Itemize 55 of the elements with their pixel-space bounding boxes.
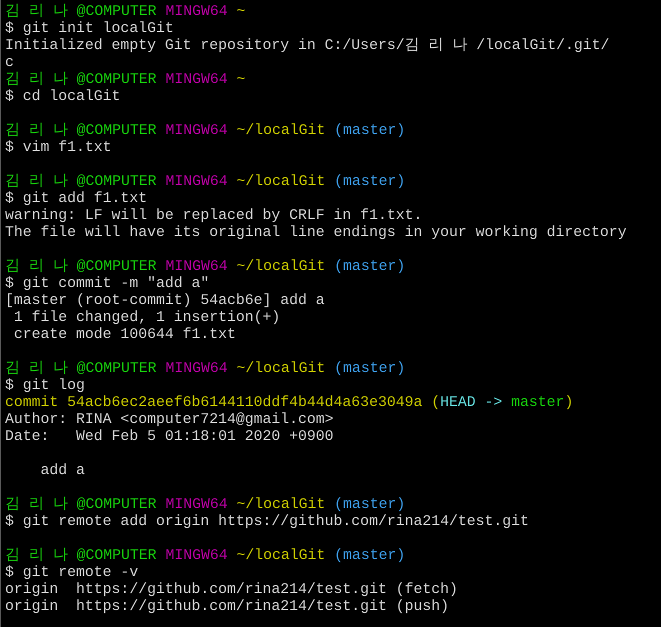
- prompt-user: 김 리 나 @COMPUTER: [5, 259, 157, 276]
- prompt-host: MINGW64: [164, 548, 228, 565]
- prompt-user: 김 리 나 @COMPUTER: [5, 497, 157, 514]
- output-text: [master (root-commit) 54acb6e] add a: [5, 293, 325, 310]
- prompt-user: 김 리 나 @COMPUTER: [5, 72, 157, 89]
- prompt-user: 김 리 나 @COMPUTER: [5, 361, 157, 378]
- prompt-host: MINGW64: [164, 497, 228, 514]
- output-text: Author: RINA <computer7214@gmail.com>: [5, 412, 334, 429]
- output-text: Date: Wed Feb 5 01:18:01 2020 +0900: [5, 429, 334, 446]
- prompt-path: ~/localGit: [235, 259, 326, 276]
- command-text: $ git log: [5, 378, 85, 395]
- prompt-path: ~/localGit: [235, 361, 326, 378]
- branch-ref: master: [510, 395, 564, 412]
- command-text: $ git init localGit: [5, 21, 174, 38]
- prompt-path: ~/localGit: [235, 123, 326, 140]
- prompt-path: ~/localGit: [235, 497, 326, 514]
- output-text: origin https://github.com/rina214/test.git (fetch): [5, 582, 458, 599]
- command-text: $ cd localGit: [5, 89, 120, 106]
- prompt-host: MINGW64: [164, 361, 228, 378]
- prompt-branch: (master): [333, 259, 406, 276]
- command-text: $ vim f1.txt: [5, 140, 112, 157]
- output-text: origin https://github.com/rina214/test.git (push): [5, 599, 449, 616]
- prompt-branch: (master): [333, 548, 406, 565]
- prompt-host: MINGW64: [164, 259, 228, 276]
- prompt-host: MINGW64: [164, 174, 228, 191]
- prompt-path: ~/localGit: [235, 548, 326, 565]
- command-text: $ git add f1.txt: [5, 191, 148, 208]
- prompt-branch: (master): [333, 123, 406, 140]
- output-text: add a: [40, 463, 85, 480]
- output-text: create mode 100644 f1.txt: [12, 327, 236, 344]
- prompt-branch: (master): [333, 361, 406, 378]
- output-text: c: [5, 55, 14, 72]
- prompt-user: 김 리 나 @COMPUTER: [5, 174, 157, 191]
- output-text: The file will have its original line endings in your working directory: [5, 225, 627, 242]
- head-ref: HEAD ->: [440, 395, 502, 412]
- output-text: 1 file changed, 1 insertion(+): [12, 310, 280, 327]
- prompt-branch: (master): [333, 497, 406, 514]
- prompt-branch: (master): [333, 174, 406, 191]
- commit-hash: commit 54acb6ec2aeef6b6144110ddf4b44d4a63e3049a: [5, 395, 422, 412]
- command-text: $ git remote -v: [5, 565, 138, 582]
- prompt-host: MINGW64: [164, 4, 228, 21]
- commit-hash: (: [430, 395, 440, 412]
- prompt-path: ~: [235, 4, 246, 21]
- output-text: Initialized empty Git repository in C:/Users/김 리 나 /localGit/.git/: [5, 38, 610, 55]
- output-text: warning: LF will be replaced by CRLF in f1.txt.: [5, 208, 422, 225]
- command-text: $ git remote add origin https://github.com/rina214/test.git: [5, 514, 529, 531]
- prompt-path: ~: [235, 72, 246, 89]
- command-text: $ git commit -m "add a": [5, 276, 210, 293]
- prompt-path: ~/localGit: [235, 174, 326, 191]
- prompt-user: 김 리 나 @COMPUTER: [5, 123, 157, 140]
- prompt-host: MINGW64: [164, 72, 228, 89]
- prompt-user: 김 리 나 @COMPUTER: [5, 548, 157, 565]
- commit-hash: ): [564, 395, 574, 412]
- prompt-host: MINGW64: [164, 123, 228, 140]
- prompt-user: 김 리 나 @COMPUTER: [5, 4, 157, 21]
